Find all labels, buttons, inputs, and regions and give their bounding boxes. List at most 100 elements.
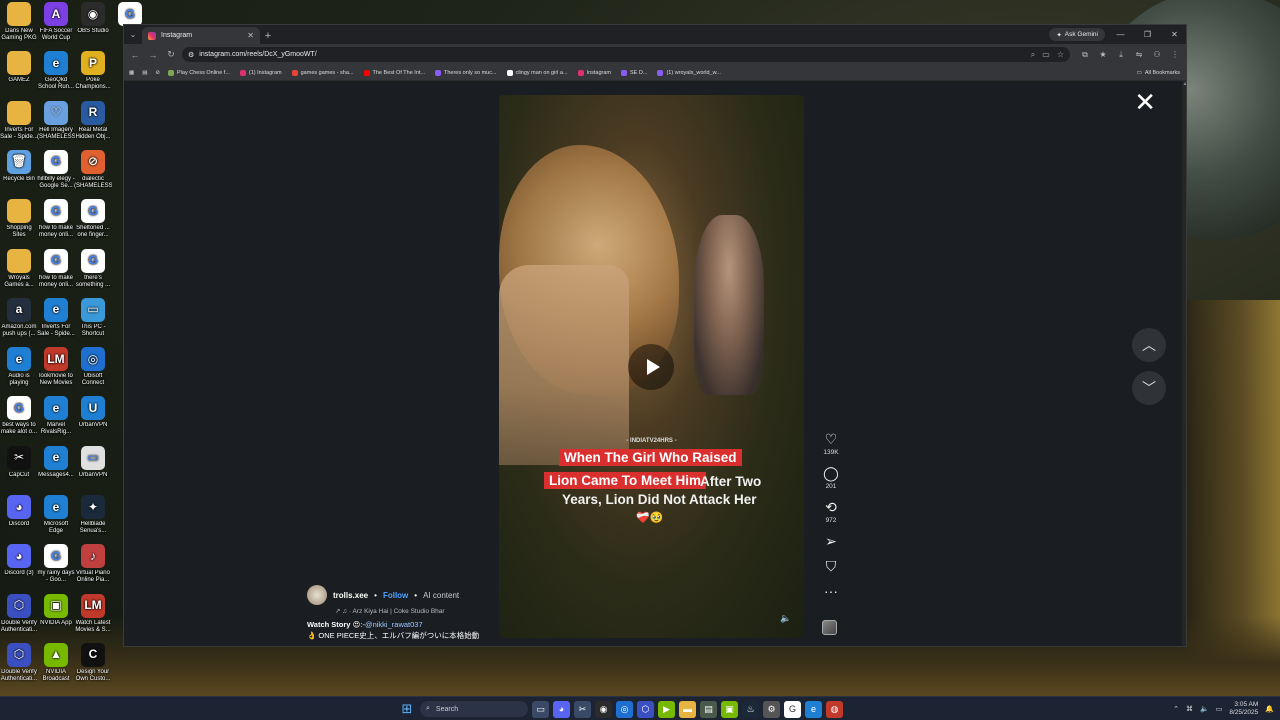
desktop-icon[interactable]: GAMEZ: [0, 51, 38, 84]
tray-chevron-icon[interactable]: ⌃: [1173, 705, 1179, 713]
desktop-icon[interactable]: ⊘ dialectic (SHAMELESS): [74, 149, 112, 190]
task-view-icon[interactable]: ▭: [532, 700, 549, 718]
desktop-icon[interactable]: Gthere's something ...: [74, 248, 112, 289]
author-username[interactable]: trolls.xee: [333, 591, 368, 600]
tab-instagram[interactable]: Instagram ✕: [142, 27, 260, 44]
desktop-icon[interactable]: ▲ NVIDIA Broadcast: [37, 642, 75, 683]
desktop-icon[interactable]: Ghillbilly elegy - Google Se...: [37, 149, 75, 190]
ai-content-label[interactable]: AI content: [423, 591, 459, 600]
desktop-icon[interactable]: 🗑 Recycle Bin: [0, 149, 38, 183]
taskbar-search[interactable]: ⌕ Search: [420, 701, 528, 717]
desktop-icon[interactable]: LM lookmovie to New Movies: [37, 347, 75, 387]
desktop-icon[interactable]: Inverts For Sale - Spide...: [0, 100, 38, 141]
ubisoft-taskbar-icon[interactable]: ◎: [616, 700, 633, 718]
bookmarks-grid-icon[interactable]: ▤: [142, 70, 147, 76]
save-button[interactable]: ⛉: [820, 558, 842, 574]
desktop-icon[interactable]: ▭ This PC - Shortcut: [74, 297, 112, 338]
audio-thumbnail[interactable]: [822, 620, 837, 635]
desktop-icon[interactable]: ♪ Virtual Piano Online Pia...: [74, 544, 112, 584]
description-mention[interactable]: @nikki_rawat037: [365, 620, 423, 629]
favorites-icon[interactable]: ★: [1096, 48, 1110, 62]
like-button[interactable]: ♡ 139K: [820, 431, 842, 456]
desktop-icon[interactable]: Gmy rainy days - Goo...: [37, 544, 75, 584]
reel-description[interactable]: Watch Story 😍:-@nikki_rawat037 👌 ONE PIE…: [307, 619, 487, 646]
bookmark-item[interactable]: games games - sha...: [291, 69, 354, 76]
desktop-icon[interactable]: e Audio is playing: [0, 347, 38, 387]
nvidia-broadcast-taskbar-icon[interactable]: ▶: [658, 700, 675, 718]
zoom-icon[interactable]: ⌕: [1031, 50, 1035, 60]
bookmark-item[interactable]: SE D...: [621, 69, 647, 76]
desktop-icon[interactable]: U UrbanVPN: [74, 396, 112, 429]
desktop-icon[interactable]: ◕ Discord: [0, 495, 38, 528]
reel-video[interactable]: - INDIATV24HRS - When The Girl Who Raise…: [499, 95, 804, 638]
app-red-taskbar-icon[interactable]: ◍: [826, 700, 843, 718]
nvidia-taskbar-icon[interactable]: ▣: [721, 700, 738, 718]
tab-close-icon[interactable]: ✕: [247, 31, 254, 40]
desktop-icon[interactable]: LM Watch Latest Movies & S...: [74, 593, 112, 634]
repost-button[interactable]: ⟲ 972: [820, 499, 842, 524]
desktop-icon[interactable]: e Marvel RivalsRig...: [37, 396, 75, 436]
author-avatar[interactable]: [307, 585, 327, 605]
bookmark-item[interactable]: (1) Instagram: [239, 69, 282, 76]
steam-taskbar-icon[interactable]: ♨: [742, 700, 759, 718]
desktop-icon[interactable]: Gbest ways to make alot o...: [0, 396, 38, 436]
apps-icon[interactable]: ▦: [129, 70, 134, 76]
extensions-icon[interactable]: ⧉: [1078, 48, 1092, 62]
address-bar[interactable]: ⚙ instagram.com/reels/DcX_yGmooWT/ ⌕ ▭ ☆: [182, 47, 1070, 62]
back-button[interactable]: ←: [128, 48, 142, 62]
bookmark-item[interactable]: Play Chess Online f...: [168, 69, 230, 76]
desktop-icon[interactable]: Wroyals Games a...: [0, 248, 38, 289]
desktop-icon[interactable]: ✂ CapCut: [0, 445, 38, 479]
forward-button[interactable]: →: [146, 48, 160, 62]
clock[interactable]: 3:05 AM 8/25/2025: [1229, 701, 1258, 717]
bookmark-item[interactable]: clingy man on girl a...: [506, 69, 568, 76]
desktop-icon[interactable]: Shopping Sites: [0, 199, 38, 239]
downloads-icon[interactable]: ⤓: [1114, 48, 1128, 62]
desktop-icon[interactable]: A FIFA Soccer World Cup: [37, 2, 75, 42]
music-label[interactable]: ↗ ♫ · Arz Kiya Hai | Coke Studio Bhar: [335, 607, 487, 615]
desktop-icon[interactable]: C Design Your Own Custo...: [74, 642, 112, 683]
comment-button[interactable]: ◯ 201: [820, 465, 842, 490]
previous-reel-button[interactable]: ︿: [1132, 328, 1166, 362]
desktop-icon[interactable]: ⬡ Double Verify Authenticati...: [0, 593, 38, 634]
maximize-button[interactable]: ❐: [1136, 25, 1159, 44]
tab-search-icon[interactable]: ⌄: [124, 25, 142, 44]
desktop-icon[interactable]: e Inverts For Sale - Spide...: [37, 297, 75, 338]
mute-icon[interactable]: 🔈: [778, 610, 794, 626]
ublock-icon[interactable]: ⊘: [155, 70, 160, 76]
ask-gemini-button[interactable]: ✦ Ask Gemini: [1049, 28, 1105, 41]
desktop-icon[interactable]: e Messages4...: [37, 445, 75, 479]
authenticator-taskbar-icon[interactable]: ⬡: [637, 700, 654, 718]
new-tab-button[interactable]: +: [260, 27, 276, 44]
desktop-icon[interactable]: a Amazon.com push ups (...: [0, 297, 38, 338]
bookmark-item[interactable]: The Best Of The Int...: [363, 69, 425, 76]
play-button[interactable]: [628, 344, 674, 390]
capcut-taskbar-icon[interactable]: ✂: [574, 700, 591, 718]
desktop-icon[interactable]: ▣ NVIDIA App: [37, 593, 75, 627]
desktop-icon[interactable]: ▭ UrbanVPN: [74, 445, 112, 479]
desktop-icon[interactable]: ⬡ Double Verify Authenticati...: [0, 642, 38, 683]
minimize-button[interactable]: —: [1109, 25, 1132, 44]
desktop-icon[interactable]: ♡ Hell Imagery (SHAMELESS): [37, 100, 75, 141]
reload-button[interactable]: ↻: [164, 48, 178, 62]
close-reel-icon[interactable]: ✕: [1134, 87, 1156, 118]
settings-taskbar-icon[interactable]: ⚙: [763, 700, 780, 718]
desktop-icon[interactable]: Ghow to make money onli...: [37, 248, 75, 289]
share-button[interactable]: ➢: [820, 533, 842, 549]
more-menu-icon[interactable]: ⋮: [1168, 48, 1182, 62]
network-icon[interactable]: ⌘: [1186, 705, 1193, 713]
desktop-icon[interactable]: ◕ Discord (3): [0, 544, 38, 577]
start-button[interactable]: ⊞: [398, 700, 416, 718]
edge-taskbar-icon[interactable]: e: [805, 700, 822, 718]
chrome-taskbar-icon[interactable]: G: [784, 700, 801, 718]
desktop-icon[interactable]: e Microsoft Edge: [37, 495, 75, 535]
battery-icon[interactable]: ▭: [1216, 705, 1223, 713]
desktop-icon[interactable]: ✦ Hellblade Senua's...: [74, 495, 112, 535]
scroll-up-icon[interactable]: ▲: [1182, 81, 1186, 87]
desktop-icon[interactable]: ◉ OBS Studio: [74, 2, 112, 35]
tab-groups-icon[interactable]: ⇋: [1132, 48, 1146, 62]
bookmark-item[interactable]: Instagram: [577, 69, 611, 76]
next-reel-button[interactable]: ﹀: [1132, 371, 1166, 405]
desktop-icon[interactable]: ◎ Ubisoft Connect: [74, 347, 112, 387]
profile-icon[interactable]: ⚇: [1150, 48, 1164, 62]
